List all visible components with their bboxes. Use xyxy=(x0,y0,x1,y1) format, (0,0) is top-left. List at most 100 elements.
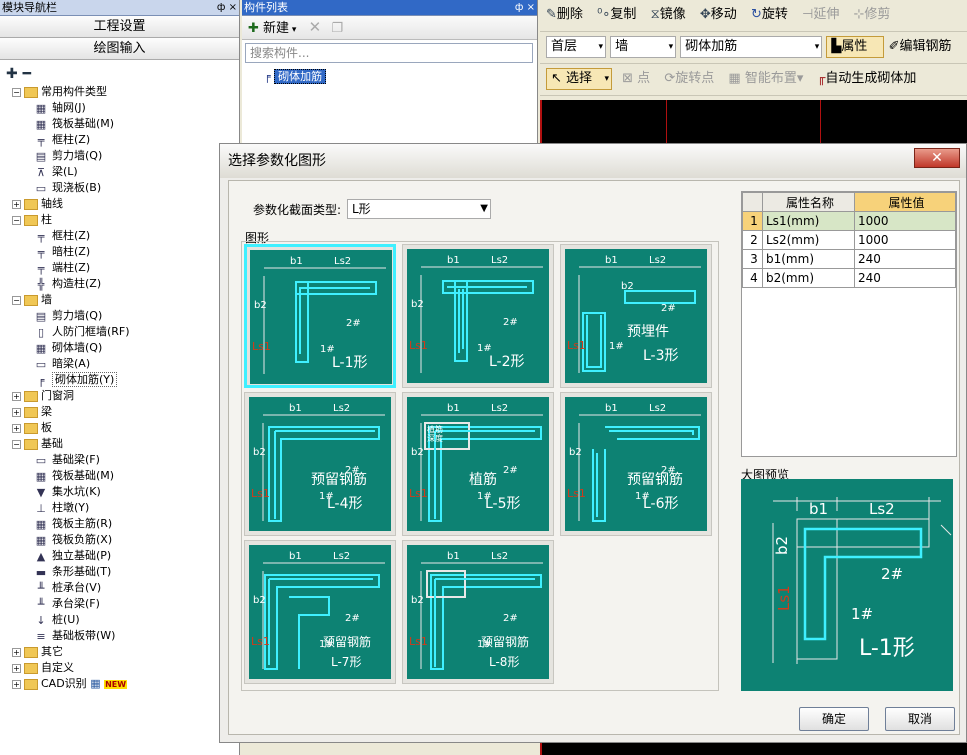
comp-pin-close[interactable]: ф × xyxy=(515,0,535,15)
cancel-button[interactable]: 取消 xyxy=(885,707,955,731)
new-icon[interactable]: ✚ xyxy=(248,21,259,36)
tree-item[interactable]: ╬ 构造柱(Z) xyxy=(12,276,239,292)
prop-value[interactable]: 240 xyxy=(854,249,956,269)
comp-item-selected[interactable]: 砌体加筋 xyxy=(274,69,327,84)
property-row[interactable]: 3 b1(mm) 240 xyxy=(742,249,956,269)
shape-option[interactable]: b1 Ls2 b2 Ls1 2# 1# 预留钢筋 L-8形 xyxy=(402,540,554,684)
tree-item[interactable]: ╤ 框柱(Z) xyxy=(12,132,239,148)
trim-button[interactable]: ⊹修剪 xyxy=(853,0,890,30)
ok-button[interactable]: 确定 xyxy=(799,707,869,731)
property-row[interactable]: 2 Ls2(mm) 1000 xyxy=(742,230,956,250)
expand-collapse-icons[interactable]: ✚ ━ xyxy=(0,60,239,84)
folder-icon xyxy=(24,678,38,690)
smart-layout-button[interactable]: ▦ 智能布置▾ xyxy=(728,64,803,94)
tree-item[interactable]: ▬ 条形基础(T) xyxy=(12,564,239,580)
shape-option[interactable]: b1 Ls2 b2 Ls1 2# 1# 预留钢筋 L-4形 xyxy=(244,392,396,536)
comp-item-row[interactable]: ╒ 砌体加筋 xyxy=(242,69,537,85)
tree-item[interactable]: ▦ 轴网(J) xyxy=(12,100,239,116)
tree-item[interactable]: ▭ 基础梁(F) xyxy=(12,452,239,468)
prop-value[interactable]: 240 xyxy=(854,268,956,288)
shape-option[interactable]: b1 Ls2 b2 Ls1 2# 1# L-1形 xyxy=(244,244,396,388)
nav-pin-close[interactable]: ф × xyxy=(217,0,237,15)
tree-item[interactable]: + CAD识别 ▦ NEW xyxy=(12,676,239,692)
expand-toggle-icon[interactable]: + xyxy=(12,407,21,417)
tree-item[interactable]: ╤ 端柱(Z) xyxy=(12,260,239,276)
tree-item[interactable]: ⊼ 梁(L) xyxy=(12,164,239,180)
shape-option[interactable]: b1 Ls2 b2 Ls1 2# 1# L-2形 xyxy=(402,244,554,388)
drawing-input-button[interactable]: 绘图输入 xyxy=(0,38,239,60)
tree-item[interactable]: + 其它 xyxy=(12,644,239,660)
delete-button[interactable]: ✎删除 xyxy=(546,0,583,30)
expand-toggle-icon[interactable]: − xyxy=(12,215,21,225)
expand-toggle-icon[interactable]: + xyxy=(12,647,21,657)
expand-toggle-icon[interactable]: − xyxy=(12,295,21,305)
tree-item[interactable]: ▼ 集水坑(K) xyxy=(12,484,239,500)
component-select[interactable]: 砌体加筋 ▾ xyxy=(680,35,823,58)
tree-item[interactable]: ▭ 暗梁(A) xyxy=(12,356,239,372)
prop-value[interactable]: 1000 xyxy=(854,211,956,231)
tree-item[interactable]: ╨ 桩承台(V) xyxy=(12,580,239,596)
tree-item[interactable]: ▤ 剪力墙(Q) xyxy=(12,148,239,164)
point-button[interactable]: ⊠ 点 xyxy=(622,64,650,94)
rotate-point-button[interactable]: ⟳旋转点 xyxy=(664,64,714,94)
expand-toggle-icon[interactable]: + xyxy=(12,391,21,401)
tree-item[interactable]: − 墙 xyxy=(12,292,239,308)
select-button[interactable]: ↖ 选择 ▾ xyxy=(546,67,612,90)
tree-item[interactable]: ▦ 筏板基础(M) xyxy=(12,468,239,484)
tree-item[interactable]: ⊥ 柱墩(Y) xyxy=(12,500,239,516)
section-type-select[interactable]: L形 ▼ xyxy=(347,199,491,219)
copy-button[interactable]: ⁰∘复制 xyxy=(597,0,636,30)
shape-option[interactable]: b1 Ls2 b2 Ls1 2# 1# 预埋件 L-3形 xyxy=(560,244,712,388)
close-button[interactable]: ✕ xyxy=(914,148,960,168)
shape-option[interactable]: b1 Ls2 b2 Ls1 2# 1# 预留钢筋 L-6形 xyxy=(560,392,712,536)
tree-item[interactable]: ▦ 筏板主筋(R) xyxy=(12,516,239,532)
tree-item[interactable]: − 柱 xyxy=(12,212,239,228)
tree-item[interactable]: ╤ 框柱(Z) xyxy=(12,228,239,244)
tree-item[interactable]: ▤ 剪力墙(Q) xyxy=(12,308,239,324)
expand-toggle-icon[interactable]: + xyxy=(12,199,21,209)
svg-text:2#: 2# xyxy=(503,465,518,476)
expand-toggle-icon[interactable]: − xyxy=(12,87,21,97)
new-button[interactable]: 新建 xyxy=(263,21,289,36)
tree-item[interactable]: ▲ 独立基础(P) xyxy=(12,548,239,564)
move-button[interactable]: ✥移动 xyxy=(700,0,737,30)
mirror-button[interactable]: ⧖镜像 xyxy=(651,0,686,30)
properties-button[interactable]: ▙属性 xyxy=(826,35,885,58)
tree-item[interactable]: ▦ 筏板负筋(X) xyxy=(12,532,239,548)
auto-generate-button[interactable]: ╓自动生成砌体加 xyxy=(818,71,917,86)
copy-icon[interactable]: ❐ xyxy=(331,21,343,36)
tree-item[interactable]: + 梁 xyxy=(12,404,239,420)
expand-toggle-icon[interactable]: + xyxy=(12,663,21,673)
shape-option[interactable]: b1 Ls2 b2 Ls1 2# 1# 植筋 L-5形 植筋深度 xyxy=(402,392,554,536)
property-row[interactable]: 4 b2(mm) 240 xyxy=(742,268,956,288)
expand-toggle-icon[interactable]: + xyxy=(12,423,21,433)
tree-item[interactable]: − 基础 xyxy=(12,436,239,452)
tree-item[interactable]: ▦ 筏板基础(M) xyxy=(12,116,239,132)
prop-value[interactable]: 1000 xyxy=(854,230,956,250)
project-settings-button[interactable]: 工程设置 xyxy=(0,16,239,38)
extend-button[interactable]: ⊣延伸 xyxy=(802,0,839,30)
tree-item[interactable]: + 板 xyxy=(12,420,239,436)
tree-item[interactable]: ↓ 桩(U) xyxy=(12,612,239,628)
tree-item[interactable]: − 常用构件类型 xyxy=(12,84,239,100)
tree-item[interactable]: + 自定义 xyxy=(12,660,239,676)
expand-toggle-icon[interactable]: − xyxy=(12,439,21,449)
property-row[interactable]: 1 Ls1(mm) 1000 xyxy=(742,211,956,231)
tree-item[interactable]: ╨ 承台梁(F) xyxy=(12,596,239,612)
expand-toggle-icon[interactable]: + xyxy=(12,679,21,689)
tree-item[interactable]: ▭ 现浇板(B) xyxy=(12,180,239,196)
tree-item[interactable]: ╒ 砌体加筋(Y) xyxy=(12,372,239,388)
rotate-button[interactable]: ↻旋转 xyxy=(751,0,788,30)
tree-item[interactable]: + 门窗洞 xyxy=(12,388,239,404)
tree-item[interactable]: ≡ 基础板带(W) xyxy=(12,628,239,644)
delete-icon[interactable]: ✕ xyxy=(309,18,322,36)
tree-item[interactable]: ▦ 砌体墙(Q) xyxy=(12,340,239,356)
edit-rebar-button[interactable]: ✐编辑钢筋 xyxy=(889,39,952,54)
shape-option[interactable]: b1 Ls2 b2 Ls1 2# 1# 预留钢筋 L-7形 xyxy=(244,540,396,684)
tree-item[interactable]: ▯ 人防门框墙(RF) xyxy=(12,324,239,340)
type-select[interactable]: 墙 ▾ xyxy=(610,35,677,58)
tree-item[interactable]: + 轴线 xyxy=(12,196,239,212)
tree-item[interactable]: ╤ 暗柱(Z) xyxy=(12,244,239,260)
search-input[interactable]: 搜索构件... ⚲ xyxy=(245,43,558,63)
floor-select[interactable]: 首层 ▾ xyxy=(546,35,606,58)
